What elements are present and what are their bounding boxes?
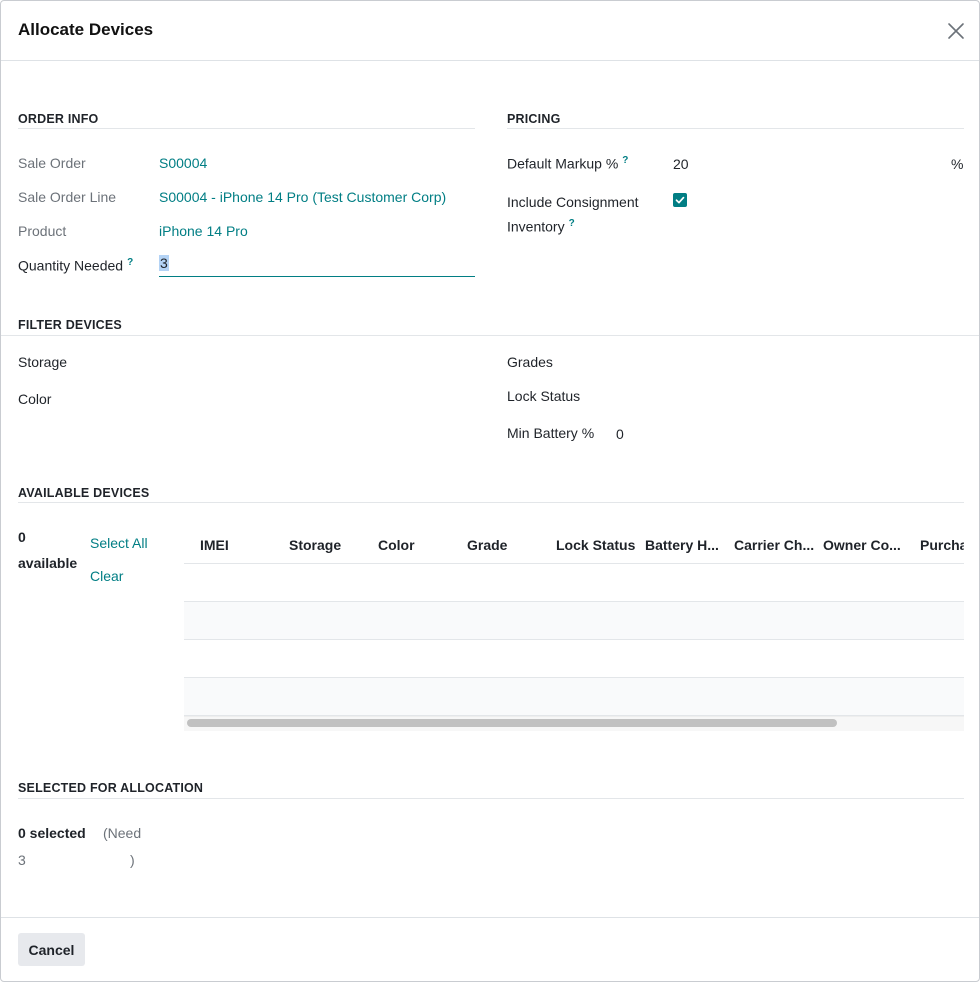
product-label: Product (18, 223, 67, 239)
default-markup-input[interactable]: 20 (673, 156, 689, 172)
selected-count: 0 selected (18, 825, 86, 841)
horizontal-scrollbar-thumb[interactable] (187, 719, 837, 727)
filter-devices-title: FILTER DEVICES (18, 318, 122, 332)
dialog-header: Allocate Devices (1, 1, 979, 61)
column-header-owner-company[interactable]: Owner Co... (823, 537, 901, 553)
include-consignment-checkbox[interactable] (673, 193, 687, 207)
need-open: (Need (103, 825, 142, 841)
table-header-divider (184, 563, 964, 564)
order-info-title: ORDER INFO (18, 112, 99, 126)
column-header-lock-status[interactable]: Lock Status (556, 537, 635, 553)
storage-filter-label: Storage (18, 354, 68, 370)
table-row-divider (184, 677, 964, 678)
default-markup-label: Default Markup %? (507, 155, 628, 172)
available-devices-table: IMEI Storage Color Grade Lock Status Bat… (184, 528, 964, 731)
include-consignment-label: Include Consignment Inventory? (507, 192, 639, 238)
available-devices-title: AVAILABLE DEVICES (18, 486, 150, 500)
sale-order-label: Sale Order (18, 155, 86, 171)
quantity-needed-label-text: Quantity Needed (18, 257, 124, 274)
help-icon[interactable]: ? (127, 257, 133, 268)
lock-status-filter-label: Lock Status (507, 388, 581, 404)
include-consignment-label-line1: Include Consignment (507, 194, 639, 210)
selected-for-allocation-title: SELECTED FOR ALLOCATION (18, 781, 204, 795)
select-all-button[interactable]: Select All (90, 535, 148, 551)
min-battery-input[interactable]: 0 (616, 426, 624, 442)
available-count-label: available (18, 555, 78, 571)
table-row (184, 678, 964, 716)
dialog-title: Allocate Devices (18, 20, 154, 39)
available-count: 0 (18, 529, 26, 545)
column-header-imei[interactable]: IMEI (200, 537, 229, 553)
color-filter-label: Color (18, 391, 52, 407)
grades-filter-label: Grades (507, 354, 553, 370)
table-row-divider (184, 601, 964, 602)
markup-unit: % (951, 156, 964, 172)
default-markup-label-text: Default Markup % (507, 155, 619, 172)
pricing-divider (507, 128, 964, 129)
allocate-devices-dialog: Allocate Devices ORDER INFO Sale Order S… (0, 0, 980, 982)
column-header-carrier-check[interactable]: Carrier Ch... (734, 537, 814, 553)
include-consignment-label-line2: Inventory (507, 218, 565, 235)
table-row (184, 602, 964, 640)
column-header-storage[interactable]: Storage (289, 537, 341, 553)
sale-order-line-link[interactable]: S00004 - iPhone 14 Pro (Test Customer Co… (159, 189, 446, 205)
order-info-divider (18, 128, 475, 129)
close-icon[interactable] (945, 20, 967, 42)
clear-button[interactable]: Clear (90, 568, 123, 584)
column-header-battery-health[interactable]: Battery H... (645, 537, 719, 553)
quantity-needed-label: Quantity Needed? (18, 257, 133, 274)
need-value: 3 (18, 852, 26, 868)
selected-divider (18, 798, 964, 799)
sale-order-line-label: Sale Order Line (18, 189, 117, 205)
table-row-divider (184, 639, 964, 640)
cancel-button[interactable]: Cancel (18, 933, 85, 966)
pricing-title: PRICING (507, 112, 561, 126)
quantity-needed-value: 3 (159, 255, 169, 271)
quantity-needed-input[interactable]: 3 (159, 255, 475, 277)
help-icon[interactable]: ? (622, 155, 628, 166)
min-battery-label: Min Battery % (507, 425, 595, 441)
filter-devices-divider (1, 335, 979, 336)
product-link[interactable]: iPhone 14 Pro (159, 223, 248, 239)
column-header-purchase[interactable]: Purcha (920, 537, 964, 553)
sale-order-link[interactable]: S00004 (159, 155, 207, 171)
available-devices-divider (18, 502, 964, 503)
need-close: ) (130, 852, 135, 868)
checkmark-icon (675, 196, 685, 204)
footer-divider (1, 917, 979, 918)
column-header-grade[interactable]: Grade (467, 537, 507, 553)
column-header-color[interactable]: Color (378, 537, 415, 553)
help-icon[interactable]: ? (569, 218, 575, 229)
